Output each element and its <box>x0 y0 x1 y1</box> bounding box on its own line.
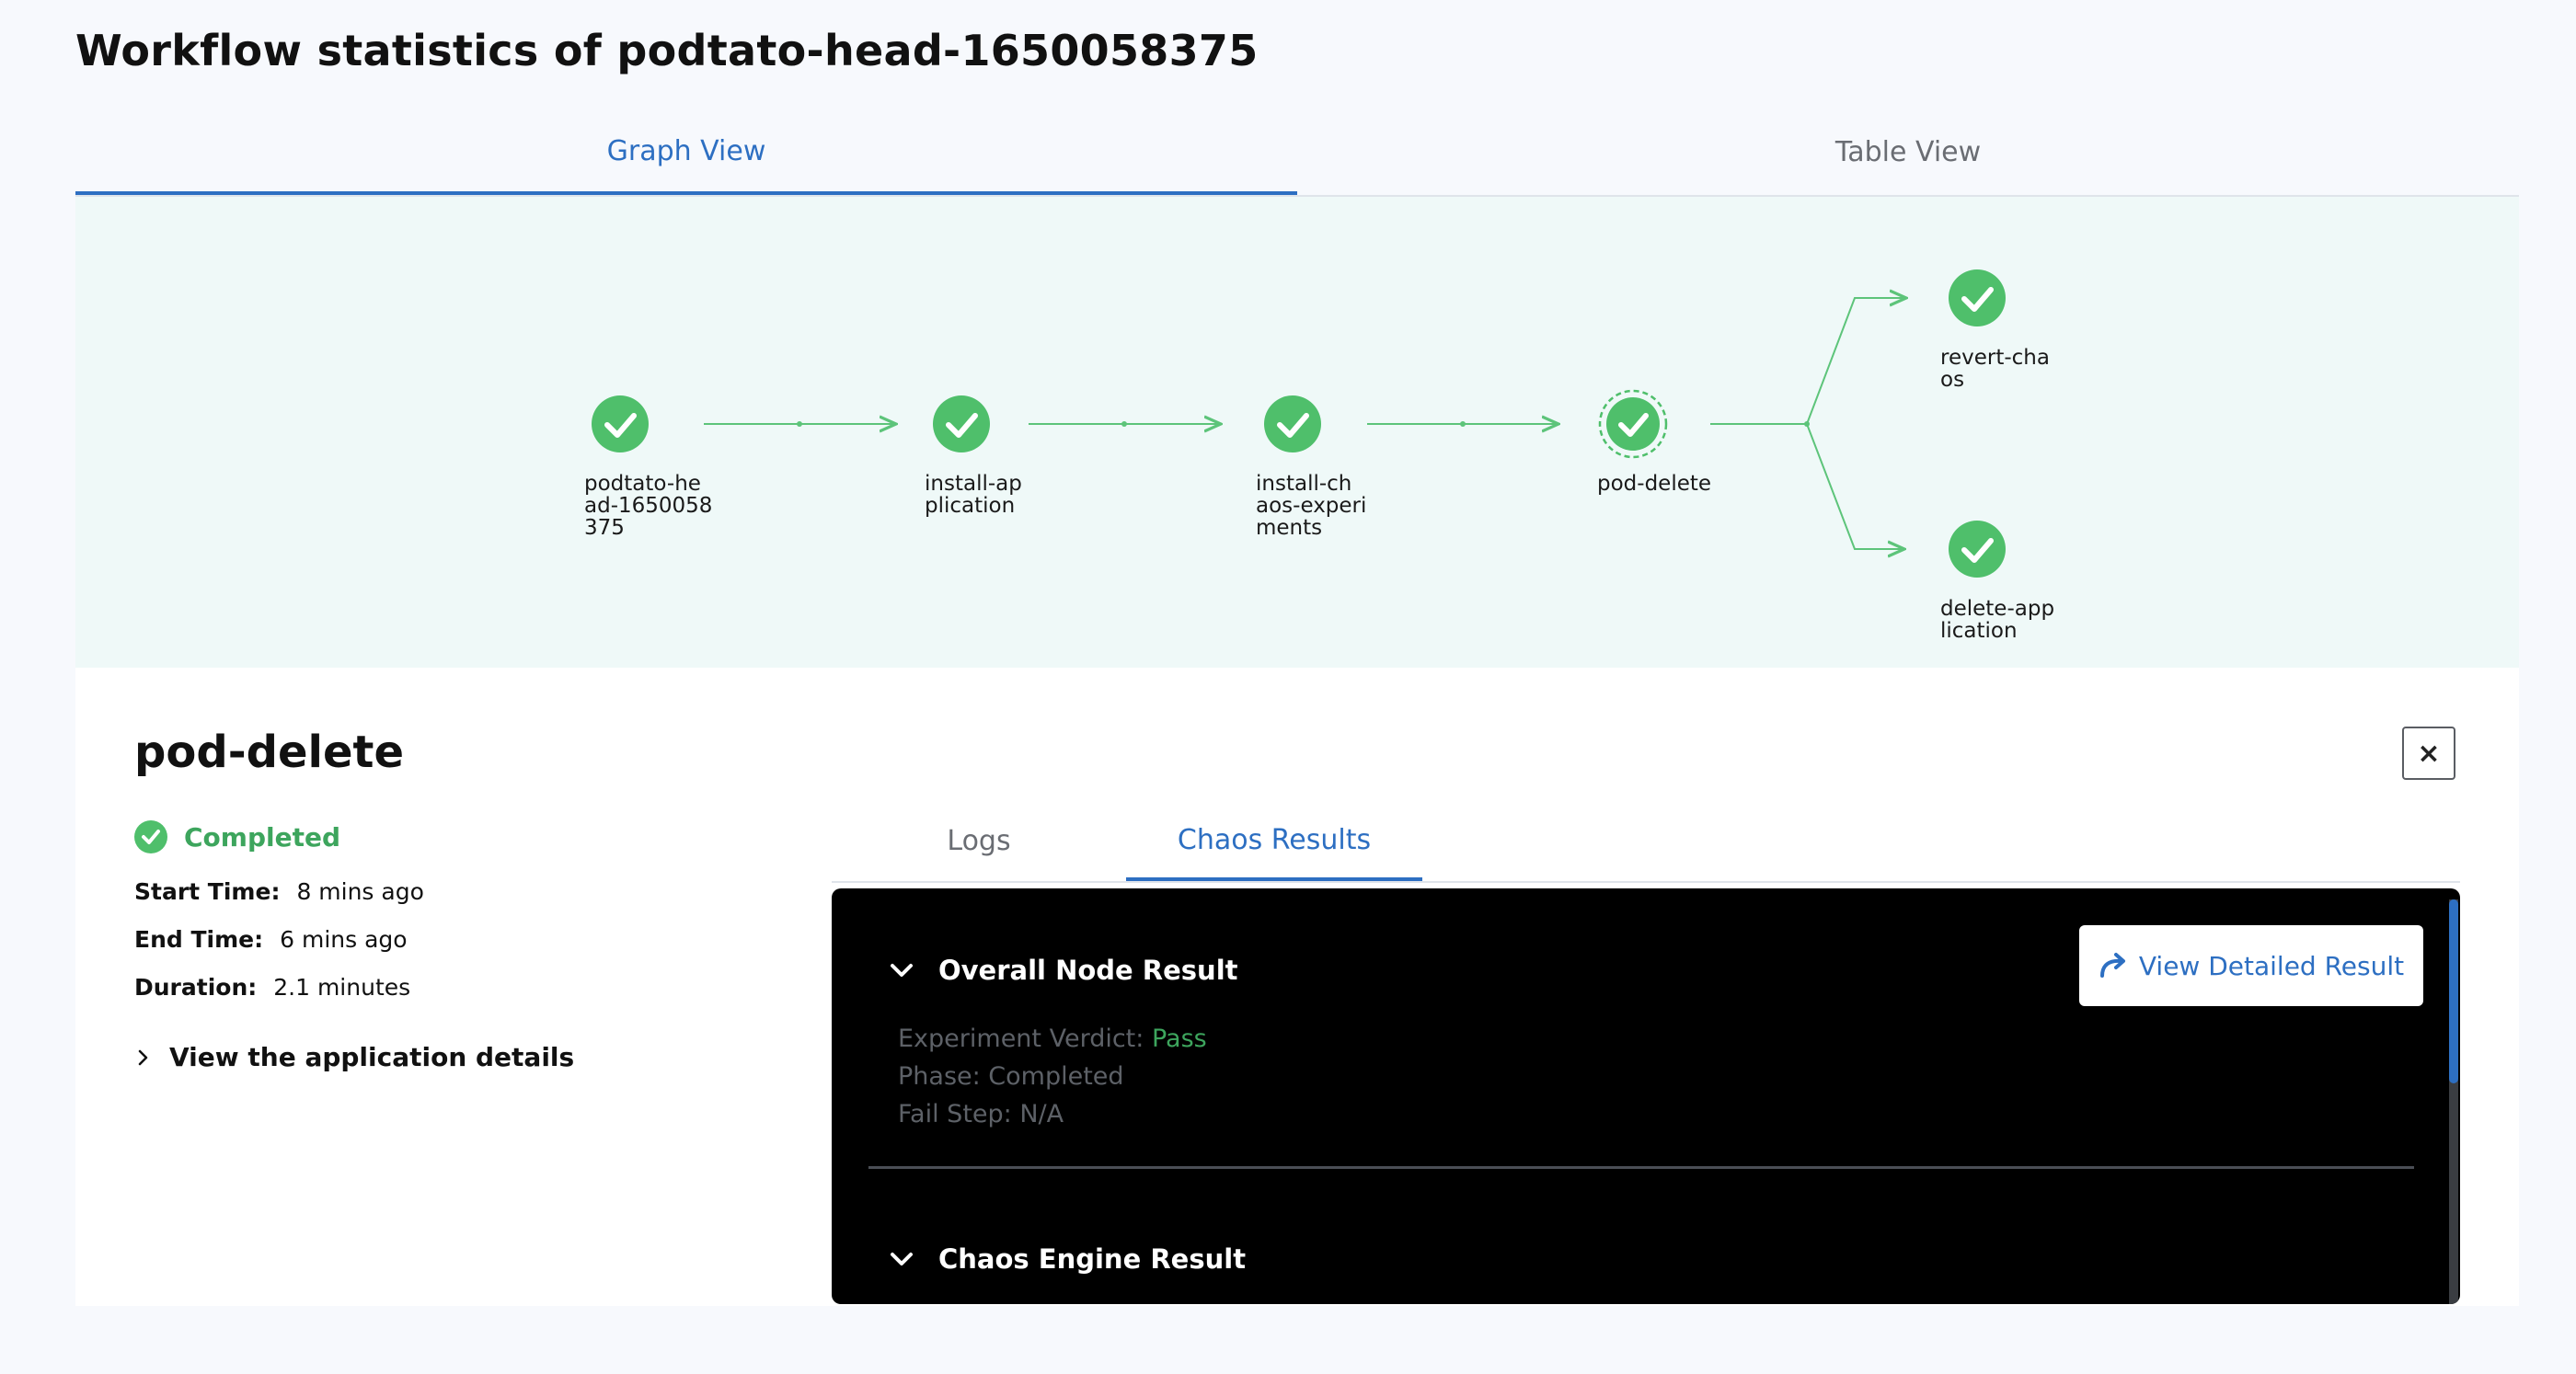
chaos-engine-result-header[interactable]: Chaos Engine Result <box>889 1243 1246 1275</box>
end-time-value: 6 mins ago <box>280 926 408 953</box>
graph-node-revert-chaos[interactable] <box>1949 269 2006 326</box>
tab-logs[interactable]: Logs <box>832 802 1126 879</box>
page-title: Workflow statistics of podtato-head-1650… <box>75 26 1259 75</box>
end-time-row: End Time: 6 mins ago <box>134 926 408 953</box>
chaos-engine-result-title: Chaos Engine Result <box>938 1243 1247 1275</box>
phase-text: Phase: Completed <box>898 1062 1124 1091</box>
chaos-results-panel: Overall Node Result View Detailed Result… <box>832 888 2460 1304</box>
duration-value: 2.1 minutes <box>273 974 411 1001</box>
section-divider <box>868 1166 2414 1169</box>
graph-node-delete-application[interactable] <box>1949 521 2006 578</box>
chevron-right-icon <box>138 1049 148 1065</box>
graph-node-install-chaos-experiments[interactable] <box>1264 395 1321 452</box>
chevron-down-icon <box>891 964 913 977</box>
view-detailed-result-button[interactable]: View Detailed Result <box>2079 925 2423 1006</box>
view-tabs: Graph View Table View <box>75 110 2519 197</box>
graph-node-pod-delete[interactable] <box>1598 389 1668 459</box>
graph-canvas <box>592 269 2006 578</box>
duration-row: Duration: 2.1 minutes <box>134 974 410 1001</box>
tab-graph-view[interactable]: Graph View <box>75 110 1297 195</box>
graph-node-install-application[interactable] <box>933 395 990 452</box>
detail-tabs: Logs Chaos Results <box>832 802 2460 883</box>
node-label-install-application[interactable]: install-ap plication <box>925 473 1022 517</box>
node-label-delete-application[interactable]: delete-app lication <box>1940 598 2054 642</box>
workflow-graph: podtato-he ad-1650058 375 install-ap pli… <box>75 197 2519 668</box>
view-detailed-result-label: View Detailed Result <box>2138 950 2405 981</box>
duration-label: Duration: <box>134 974 258 1001</box>
status-badge: Completed <box>134 820 340 853</box>
graph-node-podtato-head[interactable] <box>592 395 649 452</box>
app-details-label: View the application details <box>169 1042 575 1072</box>
start-time-label: Start Time: <box>134 878 281 905</box>
overall-node-result-header[interactable]: Overall Node Result <box>889 955 1238 986</box>
node-label-pod-delete[interactable]: pod-delete <box>1597 473 1711 495</box>
node-label-podtato-head[interactable]: podtato-he ad-1650058 375 <box>584 473 712 539</box>
edge-4-6 <box>1806 423 1904 549</box>
close-button[interactable]: × <box>2402 727 2455 780</box>
verdict-value: Pass <box>1151 1025 1207 1053</box>
node-label-revert-chaos[interactable]: revert-cha os <box>1940 347 2050 391</box>
tab-chaos-results[interactable]: Chaos Results <box>1126 802 1422 881</box>
node-label-install-chaos-experiments[interactable]: install-ch aos-experi ments <box>1256 473 1366 539</box>
start-time-row: Start Time: 8 mins ago <box>134 878 424 905</box>
node-title: pod-delete <box>134 727 405 778</box>
end-time-label: End Time: <box>134 926 264 953</box>
app-details-toggle[interactable]: View the application details <box>134 1042 574 1072</box>
redo-arrow-icon <box>2099 953 2125 978</box>
start-time-value: 8 mins ago <box>296 878 424 905</box>
check-circle-icon <box>134 820 167 853</box>
chevron-down-icon <box>891 1253 913 1265</box>
verdict-label: Experiment Verdict: <box>898 1025 1144 1053</box>
fail-step-text: Fail Step: N/A <box>898 1100 1064 1128</box>
overall-node-result-title: Overall Node Result <box>938 955 1238 986</box>
status-text: Completed <box>184 821 341 853</box>
tab-table-view[interactable]: Table View <box>1297 110 2519 193</box>
scrollbar-thumb[interactable] <box>2449 899 2458 1083</box>
experiment-verdict: Experiment Verdict: Pass <box>898 1025 1207 1053</box>
edge-4-5 <box>1710 298 1906 425</box>
